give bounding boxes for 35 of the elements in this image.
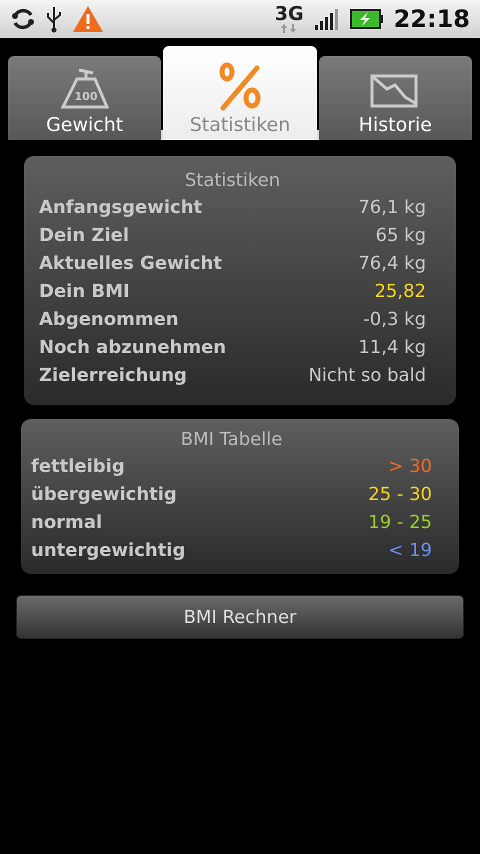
card-title: BMI Tabelle — [180, 429, 284, 450]
bmi-calculator-button[interactable]: BMI Rechner — [16, 595, 464, 639]
bmi-category: übergewichtig — [31, 484, 177, 504]
tab[interactable]: Historie — [318, 56, 472, 140]
data-arrows-icon — [280, 24, 298, 33]
bmi-range: > 30 — [388, 456, 432, 476]
sync-icon — [10, 6, 36, 32]
bmi-range: < 19 — [388, 540, 432, 560]
stat-label: Noch abzunehmen — [39, 336, 226, 358]
stat-value: 65 kg — [376, 224, 426, 246]
stat-value: 76,4 kg — [358, 252, 426, 274]
card-title: Statistiken — [184, 170, 282, 191]
stat-value: Nicht so bald — [308, 364, 426, 386]
bmi-range: 19 - 25 — [368, 512, 432, 532]
tab[interactable]: 100 Gewicht — [8, 56, 162, 140]
stat-value: 25,82 — [374, 280, 426, 302]
stat-label: Aktuelles Gewicht — [39, 252, 222, 274]
stat-label: Dein BMI — [39, 280, 130, 302]
bmi-category: fettleibig — [31, 456, 125, 476]
clock-time: 22:18 — [394, 5, 470, 33]
stat-value: 76,1 kg — [358, 196, 426, 218]
stat-value: 11,4 kg — [358, 336, 426, 358]
stat-label: Abgenommen — [39, 308, 179, 330]
network-type: 3G — [274, 5, 304, 24]
stat-label: Zielerreichung — [39, 364, 187, 386]
stat-label: Dein Ziel — [39, 224, 129, 246]
warning-icon — [72, 5, 104, 33]
bmi-category: untergewichtig — [31, 540, 186, 560]
usb-icon — [46, 5, 62, 33]
bmi-range: 25 - 30 — [368, 484, 432, 504]
battery-charging-icon — [350, 9, 384, 29]
stat-label: Anfangsgewicht — [39, 196, 202, 218]
stat-value: -0,3 kg — [363, 308, 426, 330]
signal-icon — [314, 8, 340, 30]
bmi-category: normal — [31, 512, 102, 532]
